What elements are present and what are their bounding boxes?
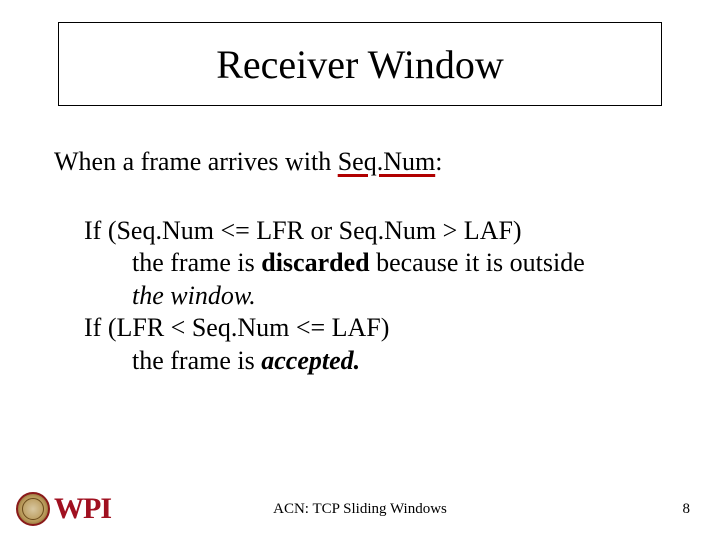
- intro-prefix: When a frame arrives with: [54, 147, 338, 176]
- intro-colon: :: [435, 147, 442, 176]
- slide-title: Receiver Window: [216, 41, 504, 88]
- slide: Receiver Window When a frame arrives wit…: [0, 0, 720, 540]
- cond1-pre: the frame is: [132, 248, 261, 277]
- footer-text: ACN: TCP Sliding Windows: [0, 501, 720, 518]
- cond1-post: because it is outside: [370, 248, 585, 277]
- cond1-line3: the window.: [84, 280, 666, 313]
- conditions-block: If (Seq.Num <= LFR or Seq.Num > LAF) the…: [54, 215, 666, 378]
- intro-seqnum: Seq.Num: [338, 147, 436, 176]
- cond1-bold: discarded: [261, 248, 369, 277]
- cond1-line2: the frame is discarded because it is out…: [84, 247, 666, 280]
- intro-line: When a frame arrives with Seq.Num:: [54, 146, 666, 179]
- cond1-if: If (Seq.Num <= LFR or Seq.Num > LAF): [84, 215, 666, 248]
- slide-body: When a frame arrives with Seq.Num: If (S…: [54, 146, 666, 377]
- cond2-line2: the frame is accepted.: [84, 345, 666, 378]
- cond2-pre: the frame is: [132, 346, 261, 375]
- page-number: 8: [683, 501, 691, 518]
- cond2-if: If (LFR < Seq.Num <= LAF): [84, 312, 666, 345]
- cond2-bold: accepted.: [261, 346, 360, 375]
- slide-title-box: Receiver Window: [58, 22, 662, 106]
